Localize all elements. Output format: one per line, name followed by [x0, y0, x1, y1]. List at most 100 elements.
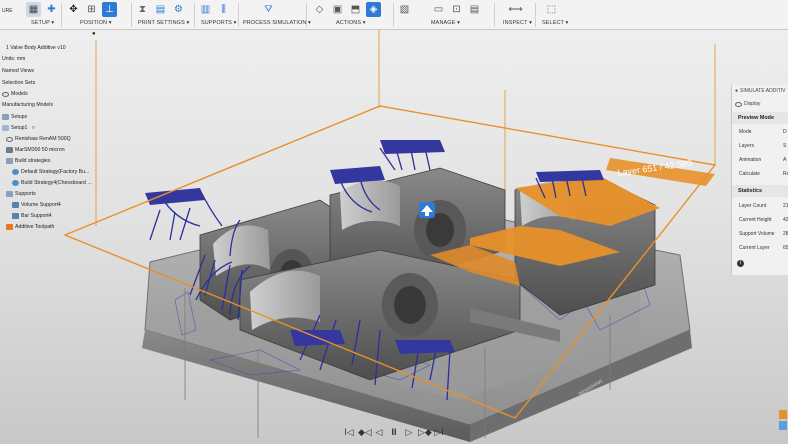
current-height-row: Current Height 42	[732, 213, 788, 227]
manage-menu[interactable]: MANAGE ▾	[431, 20, 460, 26]
process-simulation-group: ⛛ PROCESS SIMULATION ▾	[243, 0, 311, 30]
step-back-button[interactable]: ◁	[373, 427, 385, 438]
task-manager-icon[interactable]: ▤	[467, 2, 482, 17]
hourglass-icon[interactable]: ⧗	[135, 2, 150, 17]
previous-keyframe-button[interactable]: ◆◁	[358, 427, 372, 438]
units-item[interactable]: Units: mm	[2, 54, 25, 64]
actions-menu[interactable]: ACTIONS ▾	[336, 20, 366, 26]
bar-support-label: Bar Support4	[21, 213, 52, 219]
current-height-value: 42	[783, 217, 788, 223]
move-icon[interactable]: ✥	[66, 2, 81, 17]
strategy-icon	[12, 169, 19, 175]
go-to-end-button[interactable]: ▷I	[433, 427, 445, 438]
visibility-eye-icon[interactable]	[2, 91, 9, 97]
new-setup-icon[interactable]: ✚	[44, 2, 59, 17]
template-icon[interactable]: ⊡	[449, 2, 464, 17]
machine-item[interactable]: Renishaw RenAM 500Q	[6, 134, 71, 144]
toolpath-icon	[6, 224, 13, 230]
workspace-label-fragment: URE	[2, 8, 13, 14]
go-to-start-button[interactable]: I◁	[343, 427, 355, 438]
select-menu[interactable]: SELECT ▾	[542, 20, 568, 26]
models-item[interactable]: Models	[2, 89, 28, 99]
bar-support-item[interactable]: Bar Support4	[12, 211, 52, 221]
pause-button[interactable]: II	[388, 427, 400, 437]
panel-title: SIMULATE ADDITIV	[740, 88, 786, 94]
machine-library-icon[interactable]: ▭	[431, 2, 446, 17]
calculate-row[interactable]: Calculate Re	[732, 167, 788, 181]
setup1-item[interactable]: Setup1 ○	[2, 123, 35, 133]
print-settings-group: ⧗ ▤ ⚙ PRINT SETTINGS ▾	[135, 0, 193, 30]
supports-icon[interactable]: ▥	[198, 2, 213, 17]
bar-support-icon[interactable]: ⫼	[216, 2, 231, 17]
arrange-icon[interactable]: ⊞	[84, 2, 99, 17]
statistics-section[interactable]: Statistics	[732, 185, 788, 197]
animation-row[interactable]: Animation A	[732, 153, 788, 167]
support-volume-row: Support Volume 28	[732, 227, 788, 241]
layers-row[interactable]: Layers S	[732, 139, 788, 153]
additive-toolpath-item[interactable]: Additive Toolpath	[6, 222, 54, 232]
default-strategy-label: Default Strategy(Factory Bu...	[21, 169, 90, 175]
setup-icon	[2, 125, 9, 131]
measure-icon[interactable]: ⟷	[508, 2, 523, 17]
browser-header: ●	[0, 30, 104, 42]
volume-support-item[interactable]: Volume Support4	[12, 200, 61, 210]
setup1-label: Setup1	[11, 125, 28, 131]
preview-mode-section[interactable]: Preview Mode	[732, 112, 788, 124]
named-views-item[interactable]: Named Views	[2, 66, 34, 76]
setups-item[interactable]: Setups	[2, 112, 27, 122]
print-setting-item[interactable]: MarSM300 50 micron	[6, 145, 65, 155]
layers-value[interactable]: S	[783, 143, 788, 149]
browser-tree: ● 1 Valve Body Additive v10 Units: mm Na…	[0, 30, 104, 240]
mode-value[interactable]: D	[783, 129, 788, 135]
folder-icon	[6, 158, 13, 164]
process-simulation-menu[interactable]: PROCESS SIMULATION ▾	[243, 20, 311, 26]
gear-icon[interactable]: ⚙	[171, 2, 186, 17]
post-process-icon[interactable]: ▣	[330, 2, 345, 17]
layer-count-label: Layer Count	[739, 203, 767, 209]
simulate-additive-icon[interactable]: ◈	[366, 2, 381, 17]
units-label: Units: mm	[2, 56, 26, 62]
place-on-plate-icon[interactable]: ⊥	[102, 2, 117, 17]
manage-group: ▧ ▭ ⊡ ▤ MANAGE ▾	[397, 0, 489, 30]
build-strategies-item[interactable]: Build strategies	[6, 156, 50, 166]
supports-menu[interactable]: SUPPORTS ▾	[201, 20, 236, 26]
print-setting-icon	[6, 147, 13, 153]
machine-label: Renishaw RenAM 500Q	[15, 136, 71, 142]
build-strategy4-item[interactable]: Build Strategy4(Chessboard ...	[12, 178, 92, 188]
setup-menu[interactable]: SETUP ▾	[31, 20, 54, 26]
setups-label: Setups	[11, 114, 28, 120]
library-icon[interactable]: ▧	[397, 2, 412, 17]
manufacturing-models-item[interactable]: Manufacturing Models	[2, 100, 53, 110]
setup-icon[interactable]: ▦	[26, 2, 41, 17]
inspect-menu[interactable]: INSPECT ▾	[503, 20, 532, 26]
position-menu[interactable]: POSITION ▾	[80, 20, 112, 26]
animation-value[interactable]: A	[783, 157, 788, 163]
step-forward-button[interactable]: ▷	[403, 427, 415, 438]
named-views-label: Named Views	[2, 68, 34, 74]
build-strategy4-label: Build Strategy4(Chessboard ...	[21, 180, 92, 186]
mode-row[interactable]: Mode D	[732, 125, 788, 139]
supports-item[interactable]: Supports	[6, 189, 36, 199]
pin-icon[interactable]: ●	[92, 31, 96, 37]
display-tab[interactable]: Display	[732, 98, 788, 110]
build-scene: Layer 651 / 42 580 RENISHAW	[63, 30, 717, 442]
default-strategy-item[interactable]: Default Strategy(Factory Bu...	[12, 167, 89, 177]
support-volume-label: Support Volume	[739, 231, 775, 237]
move-gizmo-arrow[interactable]	[419, 202, 435, 218]
3d-viewport[interactable]: Layer 651 / 42 580 RENISHAW	[0, 30, 788, 444]
export-icon[interactable]: ⬒	[348, 2, 363, 17]
select-icon[interactable]: ⬚	[544, 2, 559, 17]
print-settings-icon[interactable]: ▤	[153, 2, 168, 17]
info-icon[interactable]: i	[737, 260, 744, 267]
document-root[interactable]: 1 Valve Body Additive v10	[6, 43, 66, 53]
selection-sets-item[interactable]: Selection Sets	[2, 78, 35, 88]
next-keyframe-button[interactable]: ▷◆	[418, 427, 432, 438]
models-label: Models	[11, 91, 28, 97]
visibility-eye-icon[interactable]	[6, 136, 13, 142]
simulate-icon[interactable]: ⛛	[261, 2, 276, 17]
print-settings-menu[interactable]: PRINT SETTINGS ▾	[138, 20, 189, 26]
calculate-button[interactable]: Re	[783, 171, 788, 177]
generate-icon[interactable]: ◇	[312, 2, 327, 17]
print-setting-label: MarSM300 50 micron	[15, 147, 65, 153]
playback-controls: I◁ ◆◁ ◁ II ▷ ▷◆ ▷I	[343, 424, 445, 440]
